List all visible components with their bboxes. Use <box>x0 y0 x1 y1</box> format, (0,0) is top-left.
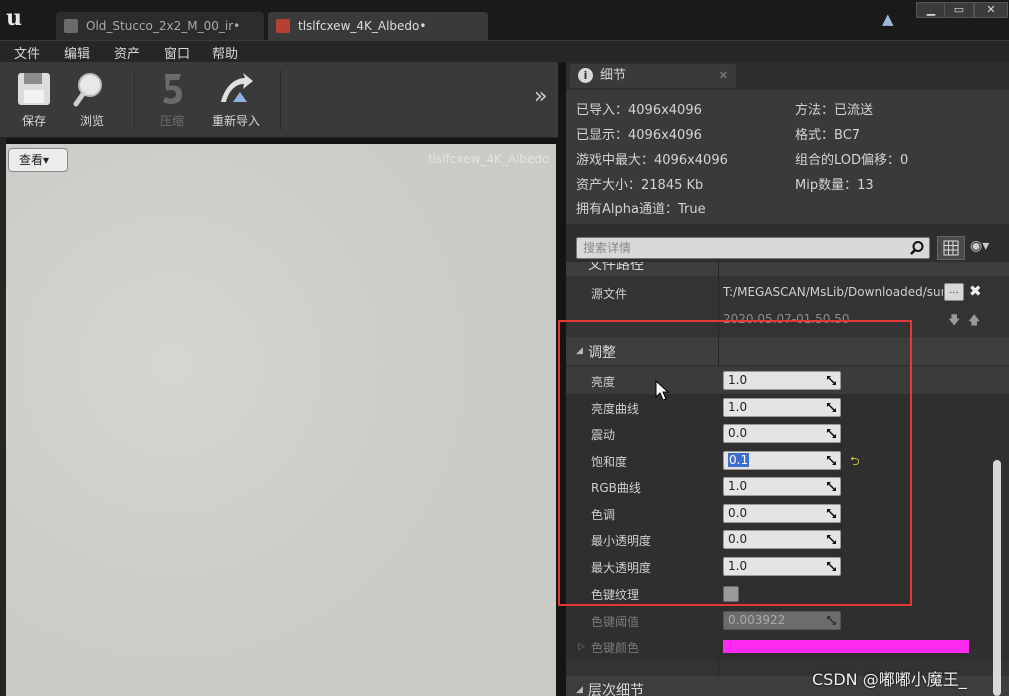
texture-viewport[interactable] <box>6 144 556 696</box>
minimize-button[interactable]: ▁ <box>916 2 946 18</box>
arrow-down-icon[interactable]: 🡇 <box>948 311 960 332</box>
close-icon[interactable]: ✕ <box>719 64 728 88</box>
arrow-up-icon[interactable]: 🡅 <box>968 311 980 332</box>
unreal-logo-icon: u <box>6 5 22 31</box>
title-bar: u Old_Stucco_2x2_M_00_ir• tlslfcxew_4K_A… <box>0 0 1009 40</box>
magnifier-icon <box>73 73 102 107</box>
browse-source-button[interactable]: ... <box>944 283 964 301</box>
info-icon: i <box>578 68 593 83</box>
toolbar-separator <box>134 70 135 130</box>
clear-source-icon[interactable]: ✖ <box>969 282 982 300</box>
grid-icon <box>943 240 959 256</box>
details-scrollbar[interactable] <box>993 460 1001 696</box>
browse-button[interactable]: 浏览 <box>64 68 120 132</box>
chroma-key-color-label: 色键颜色 <box>591 641 640 655</box>
reimport-button[interactable]: 重新导入 <box>202 68 270 132</box>
compress-label: 压缩 <box>159 114 184 128</box>
menu-window[interactable]: 窗口 <box>164 43 190 62</box>
info-lod-bias: 组合的LOD偏移：0 <box>795 153 909 168</box>
more-tools-chevron-icon[interactable]: » <box>534 84 547 109</box>
info-displayed: 已显示：4096x4096 <box>576 128 702 143</box>
details-tab-label: 细节 <box>600 68 627 83</box>
menu-file[interactable]: 文件 <box>14 43 40 62</box>
tab-albedo[interactable]: tlslfcxew_4K_Albedo• <box>268 12 488 40</box>
search-input[interactable] <box>577 238 897 258</box>
texture-asset-icon <box>64 19 78 33</box>
save-icon <box>18 73 50 105</box>
source-file-label: 源文件 <box>591 287 628 301</box>
close-window-button[interactable]: ✕ <box>974 2 1008 18</box>
graduation-cap-icon[interactable]: ▲ <box>882 10 902 28</box>
info-mip-count: Mip数量：13 <box>795 178 874 193</box>
expand-arrow-icon[interactable]: ▷ <box>578 642 585 652</box>
chroma-key-threshold-field[interactable]: 0.003922 <box>723 611 841 630</box>
chroma-key-color-swatch[interactable] <box>723 640 969 653</box>
tab-label: tlslfcxew_4K_Albedo• <box>298 19 427 33</box>
info-max-ingame: 游戏中最大：4096x4096 <box>576 153 728 168</box>
tab-old-stucco[interactable]: Old_Stucco_2x2_M_00_ir• <box>56 12 264 40</box>
compress-icon <box>163 74 183 104</box>
category-label: 层次细节 <box>588 683 644 696</box>
property-matrix-button[interactable] <box>937 236 965 260</box>
highlight-annotation-box <box>558 320 912 606</box>
eye-icon: ◉ <box>970 238 983 254</box>
menu-bar: 文件 编辑 资产 窗口 帮助 <box>0 40 1009 62</box>
search-details <box>576 237 930 259</box>
search-icon[interactable] <box>909 240 925 256</box>
chroma-key-threshold-label: 色键阈值 <box>591 615 640 629</box>
chevron-down-icon: ▾ <box>982 238 990 254</box>
toolbar-separator <box>280 70 281 130</box>
info-method: 方法：已流送 <box>795 103 874 118</box>
compress-button[interactable]: 压缩 <box>144 68 200 132</box>
info-format: 格式：BC7 <box>795 128 861 143</box>
menu-help[interactable]: 帮助 <box>212 43 238 62</box>
drag-icon <box>827 616 836 625</box>
save-label: 保存 <box>21 114 46 128</box>
info-imported: 已导入：4096x4096 <box>576 103 702 118</box>
menu-edit[interactable]: 编辑 <box>64 43 90 62</box>
browse-label: 浏览 <box>79 114 104 128</box>
menu-asset[interactable]: 资产 <box>114 43 140 62</box>
collapse-arrow-icon[interactable]: ◢ <box>576 685 583 695</box>
source-file-path: T:/MEGASCAN/MsLib/Downloaded/surfa <box>723 285 943 299</box>
tab-label: Old_Stucco_2x2_M_00_ir• <box>86 19 241 33</box>
watermark: CSDN @嘟嘟小魔王_ <box>812 670 967 689</box>
viewport-asset-name: tlslfcxew_4K_Albedo <box>428 152 550 166</box>
category-file-path[interactable]: 文件路径 <box>566 262 1009 276</box>
mouse-cursor-icon <box>655 380 669 401</box>
maximize-button[interactable]: ▭ <box>944 2 974 18</box>
info-asset-size: 资产大小：21845 Kb <box>576 178 704 193</box>
texture-asset-icon <box>276 19 290 33</box>
toolbar: 保存 浏览 压缩 重新导入 » <box>0 62 558 138</box>
view-menu-button[interactable]: 查看▾ <box>8 148 68 172</box>
save-button[interactable]: 保存 <box>6 68 62 132</box>
view-options-button[interactable]: ◉▾ <box>970 238 1006 258</box>
info-has-alpha: 拥有Alpha通道：True <box>576 202 706 217</box>
category-label: 文件路径 <box>588 262 644 273</box>
tab-details[interactable]: i 细节 ✕ <box>570 64 736 88</box>
reimport-label: 重新导入 <box>211 114 260 128</box>
reimport-icon <box>221 73 253 102</box>
